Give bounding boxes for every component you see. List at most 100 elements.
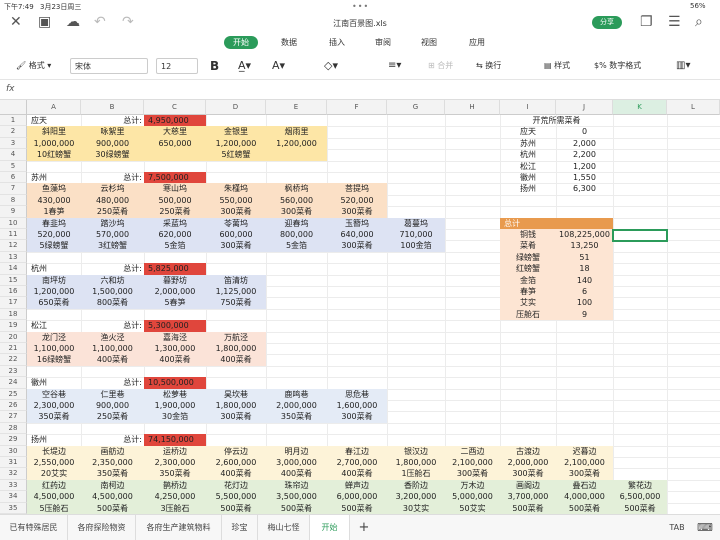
cell-B6[interactable]: 总计:: [81, 172, 144, 183]
tab-start[interactable]: 开始: [224, 36, 258, 49]
cell-E26[interactable]: 2,000,000: [266, 400, 327, 412]
cell-C7[interactable]: 寒山坞: [144, 183, 206, 195]
cell-J4[interactable]: 2,200: [556, 149, 613, 160]
row-header-27[interactable]: 27: [0, 411, 27, 423]
style-button[interactable]: ▤ 样式: [544, 58, 570, 74]
cell-B25[interactable]: 仁里巷: [81, 388, 144, 400]
cell-F34[interactable]: 6,000,000: [327, 491, 387, 503]
cell-B19[interactable]: 总计:: [81, 320, 144, 331]
cell-E25[interactable]: 鹿鸣巷: [266, 388, 327, 400]
cell-B22[interactable]: 400菜肴: [81, 354, 144, 366]
cell-D10[interactable]: 苓蓠坞: [206, 217, 266, 229]
cell-I3[interactable]: 苏州: [500, 138, 556, 149]
cell-A15[interactable]: 南坪坊: [27, 274, 81, 286]
cell-C2[interactable]: 大慈里: [144, 126, 206, 138]
cell-E32[interactable]: 400菜肴: [266, 468, 327, 480]
cell-E33[interactable]: 珠帘边: [266, 479, 327, 492]
row-header-22[interactable]: 22: [0, 354, 27, 366]
cell-I30[interactable]: 古渡边: [500, 445, 556, 457]
cell-E10[interactable]: 迎春坞: [266, 217, 327, 229]
cell-C3[interactable]: 650,000: [144, 137, 206, 150]
font-color-button[interactable]: A▾: [272, 58, 285, 74]
cell-B1[interactable]: 总计:: [81, 115, 144, 126]
cell-A11[interactable]: 520,000: [27, 229, 81, 241]
cell-C12[interactable]: 5金箔: [144, 240, 206, 252]
cell-B21[interactable]: 1,100,000: [81, 343, 144, 355]
cell-A33[interactable]: 红药边: [27, 479, 81, 492]
cell-B34[interactable]: 4,500,000: [81, 491, 144, 503]
column-header-G[interactable]: G: [387, 100, 445, 115]
cell-D30[interactable]: 停云边: [206, 445, 266, 457]
cell-E31[interactable]: 3,000,000: [266, 457, 327, 469]
cell-B30[interactable]: 画舫边: [81, 445, 144, 457]
cell-I7[interactable]: 扬州: [500, 183, 556, 194]
cell-J5[interactable]: 1,200: [556, 161, 613, 172]
cell-I31[interactable]: 2,000,000: [500, 457, 556, 469]
tab-view[interactable]: 视图: [412, 36, 446, 49]
font-size-select[interactable]: 12: [156, 58, 198, 74]
cell-D11[interactable]: 600,000: [206, 229, 266, 241]
cell-K33[interactable]: 繁花边: [613, 479, 667, 492]
cell-A14[interactable]: 杭州: [27, 263, 81, 274]
sheet-grid[interactable]: 应天 总计: 4,950,000 斜阳里 咏絮里 大慈里 金银里 烟雨里 1,000,000 90…: [27, 115, 720, 514]
cell-F9[interactable]: 300菜肴: [327, 206, 387, 218]
cell-B10[interactable]: 踏沙坞: [81, 217, 144, 229]
cell-E35[interactable]: 500菜肴: [266, 502, 327, 514]
row-header-12[interactable]: 12: [0, 240, 27, 252]
cell-G32[interactable]: 1压舱石: [387, 468, 445, 480]
cell-H31[interactable]: 2,100,000: [445, 457, 500, 469]
cell-D4[interactable]: 5红螃蟹: [206, 149, 266, 161]
cell-A12[interactable]: 5绿螃蟹: [27, 240, 81, 252]
merge-button[interactable]: ⊞ 合并: [428, 58, 453, 74]
cell-D21[interactable]: 1,800,000: [206, 343, 266, 355]
row-header-24[interactable]: 24: [0, 377, 27, 389]
cell-J30[interactable]: 迟暮边: [556, 445, 613, 457]
cell-I18[interactable]: 压舱石: [500, 308, 556, 321]
cell-G30[interactable]: 银汉边: [387, 445, 445, 457]
cell-F7[interactable]: 菩提坞: [327, 183, 387, 195]
row-header-16[interactable]: 16: [0, 286, 27, 298]
cell-C27[interactable]: 30金箔: [144, 411, 206, 423]
cell-F10[interactable]: 玉簪坞: [327, 217, 387, 229]
cell-A30[interactable]: 长堤边: [27, 445, 81, 457]
font-style-button[interactable]: A̲▾: [238, 58, 251, 74]
cell-A4[interactable]: 10红螃蟹: [27, 149, 81, 161]
row-header-7[interactable]: 7: [0, 183, 27, 195]
cell-J12[interactable]: 13,250: [556, 240, 613, 252]
cell-F12[interactable]: 300菜肴: [327, 240, 387, 252]
cell-I13[interactable]: 绿螃蟹: [500, 251, 556, 264]
cell-D20[interactable]: 万航泾: [206, 331, 266, 343]
cell-J3[interactable]: 2,000: [556, 138, 613, 149]
cell-A29[interactable]: 扬州: [27, 434, 81, 445]
tab-data[interactable]: 数据: [272, 36, 306, 49]
cell-J11[interactable]: 108,225,000: [556, 229, 613, 241]
cell-B29[interactable]: 总计:: [81, 434, 144, 445]
cell-D2[interactable]: 金银里: [206, 126, 266, 138]
cell-B33[interactable]: 南柯边: [81, 479, 144, 492]
cell-C14[interactable]: 5,825,000: [144, 263, 206, 275]
tab-apps[interactable]: 应用: [460, 36, 494, 49]
cell-D16[interactable]: 1,125,000: [206, 286, 266, 298]
format-button[interactable]: 🖌 格式 ▾: [16, 58, 51, 74]
row-header-29[interactable]: 29: [0, 434, 27, 446]
cell-D8[interactable]: 550,000: [206, 194, 266, 207]
row-header-14[interactable]: 14: [0, 263, 27, 275]
column-header-L[interactable]: L: [667, 100, 720, 115]
tab-key-label[interactable]: TAB: [662, 515, 692, 540]
cell-B15[interactable]: 六和坊: [81, 274, 144, 286]
cell-I4[interactable]: 杭州: [500, 149, 556, 160]
cell-B27[interactable]: 250菜肴: [81, 411, 144, 423]
cell-A25[interactable]: 空谷巷: [27, 388, 81, 400]
cell-A19[interactable]: 松江: [27, 320, 81, 331]
cell-I33[interactable]: 画阁边: [500, 479, 556, 492]
row-header-28[interactable]: 28: [0, 422, 27, 435]
cell-A16[interactable]: 1,200,000: [27, 286, 81, 298]
cell-B31[interactable]: 2,350,000: [81, 457, 144, 469]
cell-B9[interactable]: 250菜肴: [81, 206, 144, 218]
cell-C35[interactable]: 3压舱石: [144, 502, 206, 514]
cell-C16[interactable]: 2,000,000: [144, 286, 206, 298]
row-header-32[interactable]: 32: [0, 468, 27, 480]
cell-I12[interactable]: 菜肴: [500, 240, 556, 252]
cell-G33[interactable]: 香阶边: [387, 479, 445, 492]
cell-I16[interactable]: 春笋: [500, 286, 556, 298]
